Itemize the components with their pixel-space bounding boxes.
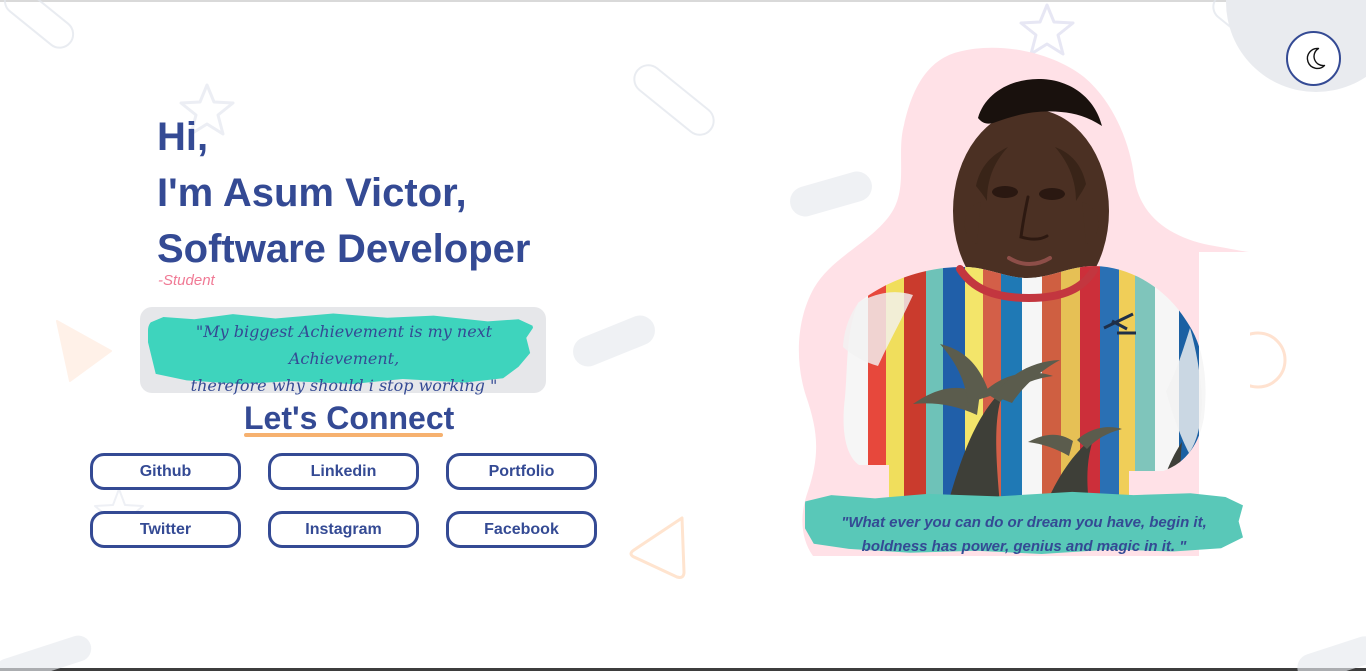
profile-portrait-panel (795, 46, 1250, 556)
decorative-capsule (0, 0, 80, 55)
connect-heading: Let's Connect (244, 400, 455, 436)
right-quote-line-1: "What ever you can do or dream you have,… (841, 514, 1207, 531)
hero-name: I'm Asum Victor, (157, 171, 467, 215)
github-button[interactable]: Github (90, 453, 241, 490)
top-divider (0, 0, 1366, 2)
triangle-shape-icon (56, 320, 112, 382)
linkedin-button[interactable]: Linkedin (268, 453, 419, 490)
decorative-capsule (1293, 632, 1366, 671)
hero-intro: Hi, I'm Asum Victor, Software Developer … (157, 109, 530, 289)
profile-photo (843, 78, 1206, 504)
facebook-button[interactable]: Facebook (446, 511, 597, 548)
left-quote-line-1: "My biggest Achievement is my next Achie… (195, 322, 493, 368)
hero-greeting: Hi, (157, 115, 209, 159)
hero-title: Software Developer (157, 227, 531, 271)
triangle-outline-icon (629, 516, 686, 579)
portfolio-homepage: Hi, I'm Asum Victor, Software Developer … (0, 0, 1366, 671)
right-quote-line-2: boldness has power, genius and magic in … (861, 538, 1187, 555)
decorative-capsule (0, 632, 95, 671)
theme-toggle-button[interactable] (1286, 31, 1341, 86)
connect-underline (244, 433, 443, 437)
twitter-button[interactable]: Twitter (90, 511, 241, 548)
left-quote-line-2: therefore why should i stop working " (190, 376, 498, 395)
instagram-button[interactable]: Instagram (268, 511, 419, 548)
left-quote: "My biggest Achievement is my next Achie… (154, 318, 534, 399)
right-quote: "What ever you can do or dream you have,… (818, 511, 1230, 559)
moon-icon (1306, 47, 1325, 69)
decorative-capsule (627, 58, 721, 142)
decorative-capsule (568, 310, 660, 372)
social-links-grid: Github Linkedin Portfolio Twitter Instag… (90, 453, 600, 551)
portfolio-button[interactable]: Portfolio (446, 453, 597, 490)
